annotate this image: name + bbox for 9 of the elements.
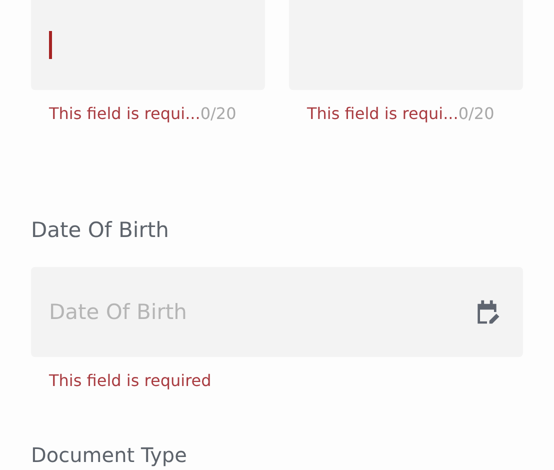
character-counter: 0/20 [458,104,494,125]
error-message: This field is requi... [307,104,458,125]
error-message: This field is requi... [49,104,200,125]
section-label: Document Type [31,443,188,467]
date-field[interactable]: Date Of Birth [31,267,523,357]
input-field[interactable] [31,0,265,90]
character-counter: 0/20 [200,104,236,125]
error-message: This field is required [49,371,212,392]
field-label: Date Of Birth [31,218,170,244]
